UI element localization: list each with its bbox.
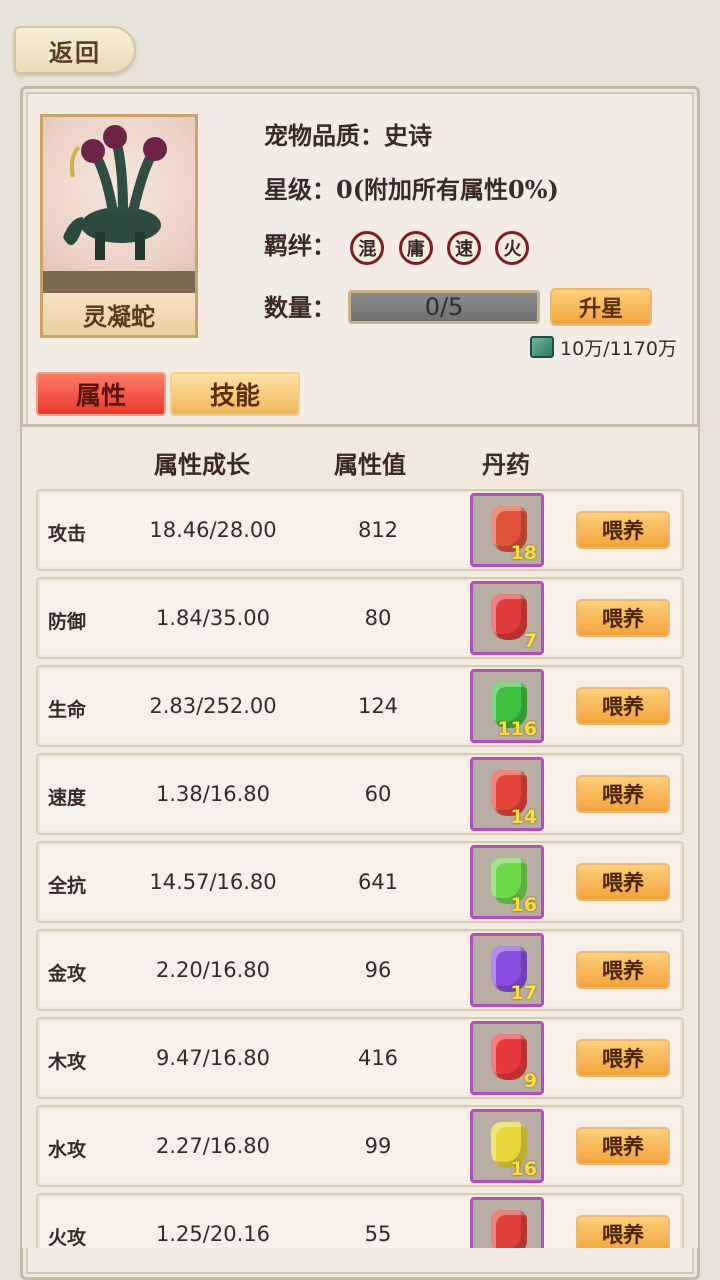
potion-icon bbox=[491, 594, 527, 640]
pet-image bbox=[43, 117, 195, 271]
quality-line: 宠物品质：史诗 bbox=[264, 116, 432, 151]
pet-portrait: 灵凝蛇 bbox=[40, 114, 198, 338]
potion-icon bbox=[491, 1210, 527, 1248]
table-row: 水攻 2.27/16.80 99 16 喂养 bbox=[36, 1105, 684, 1187]
bond-badge[interactable]: 混 bbox=[350, 230, 385, 265]
pill-slot[interactable]: 16 bbox=[470, 845, 544, 919]
pill-slot[interactable]: 17 bbox=[470, 933, 544, 1007]
table-row: 木攻 9.47/16.80 416 9 喂养 bbox=[36, 1017, 684, 1099]
attribute-growth: 2.27/16.80 bbox=[156, 1134, 270, 1158]
upgrade-star-button[interactable]: 升星 bbox=[550, 288, 652, 326]
attribute-name: 速度 bbox=[48, 787, 87, 809]
attribute-name: 防御 bbox=[48, 611, 87, 633]
pill-slot[interactable]: 16 bbox=[470, 1109, 544, 1183]
pill-count: 16 bbox=[510, 894, 537, 916]
star-line: 星级：0(附加所有属性0%) bbox=[264, 170, 559, 205]
pill-count: 7 bbox=[523, 630, 537, 652]
pill-slot[interactable]: 9 bbox=[470, 1021, 544, 1095]
attribute-value: 416 bbox=[357, 1046, 399, 1070]
star-label: 星级： bbox=[264, 175, 336, 204]
table-row: 生命 2.83/252.00 124 116 喂养 bbox=[36, 665, 684, 747]
bond-line: 羁绊： 混 庸 速 火 bbox=[264, 226, 530, 265]
jade-icon bbox=[530, 336, 554, 358]
attribute-growth: 1.84/35.00 bbox=[156, 606, 270, 630]
attribute-growth: 14.57/16.80 bbox=[149, 870, 277, 894]
quantity-value: 0/5 bbox=[424, 293, 464, 321]
pill-count: 14 bbox=[510, 806, 537, 828]
attribute-growth: 9.47/16.80 bbox=[156, 1046, 270, 1070]
portrait-divider bbox=[43, 271, 195, 293]
bond-badge[interactable]: 速 bbox=[447, 230, 482, 265]
bond-badge[interactable]: 庸 bbox=[398, 230, 433, 265]
header-value: 属性值 bbox=[334, 450, 406, 479]
pill-slot[interactable] bbox=[470, 1197, 544, 1248]
pill-count: 18 bbox=[510, 542, 537, 564]
attribute-growth: 1.38/16.80 bbox=[156, 782, 270, 806]
attribute-name: 金攻 bbox=[48, 963, 87, 985]
attribute-name: 全抗 bbox=[48, 875, 87, 897]
attribute-name: 水攻 bbox=[48, 1139, 87, 1161]
table-row: 攻击 18.46/28.00 812 18 喂养 bbox=[36, 489, 684, 571]
pill-slot[interactable]: 18 bbox=[470, 493, 544, 567]
quality-value: 史诗 bbox=[384, 121, 432, 150]
tab-attributes[interactable]: 属性 bbox=[36, 372, 166, 416]
tab-skills[interactable]: 技能 bbox=[170, 372, 300, 416]
feed-button[interactable]: 喂养 bbox=[576, 599, 670, 637]
attribute-value: 96 bbox=[364, 958, 392, 982]
pill-slot[interactable]: 116 bbox=[470, 669, 544, 743]
table-header: 属性成长 属性值 丹药 bbox=[22, 437, 698, 481]
currency-text: 10万/1170万 bbox=[560, 337, 677, 360]
feed-button[interactable]: 喂养 bbox=[576, 1127, 670, 1165]
attribute-name: 火攻 bbox=[48, 1227, 87, 1248]
attribute-value: 812 bbox=[357, 518, 399, 542]
table-row: 火攻 1.25/20.16 55 喂养 bbox=[36, 1193, 684, 1248]
feed-button[interactable]: 喂养 bbox=[576, 951, 670, 989]
header-pill: 丹药 bbox=[482, 450, 530, 479]
pill-count: 116 bbox=[497, 718, 537, 740]
feed-button[interactable]: 喂养 bbox=[576, 775, 670, 813]
pill-count: 16 bbox=[510, 1158, 537, 1180]
feed-button[interactable]: 喂养 bbox=[576, 1039, 670, 1077]
quantity-progress-bar: 0/5 bbox=[348, 290, 540, 324]
star-value: 0(附加所有属性0%) bbox=[336, 175, 559, 204]
pill-count: 9 bbox=[523, 1070, 537, 1092]
attribute-name: 攻击 bbox=[48, 523, 87, 545]
pet-name: 灵凝蛇 bbox=[43, 293, 195, 335]
header-growth: 属性成长 bbox=[154, 450, 250, 479]
feed-button[interactable]: 喂养 bbox=[576, 863, 670, 901]
attribute-table: 属性成长 属性值 丹药 攻击 18.46/28.00 812 18 喂养 防御 1.84/3… bbox=[22, 424, 698, 1248]
pill-slot[interactable]: 7 bbox=[470, 581, 544, 655]
pill-count: 17 bbox=[510, 982, 537, 1004]
table-row: 防御 1.84/35.00 80 7 喂养 bbox=[36, 577, 684, 659]
attribute-name: 生命 bbox=[48, 699, 87, 721]
attribute-growth: 18.46/28.00 bbox=[149, 518, 277, 542]
attribute-growth: 2.20/16.80 bbox=[156, 958, 270, 982]
quantity-label: 数量： bbox=[264, 293, 336, 322]
attribute-name: 木攻 bbox=[48, 1051, 87, 1073]
attribute-growth: 2.83/252.00 bbox=[149, 694, 277, 718]
quality-label: 宠物品质： bbox=[264, 121, 384, 150]
attribute-growth: 1.25/20.16 bbox=[156, 1222, 270, 1246]
attribute-value: 99 bbox=[364, 1134, 392, 1158]
table-row: 金攻 2.20/16.80 96 17 喂养 bbox=[36, 929, 684, 1011]
attribute-value: 80 bbox=[364, 606, 392, 630]
back-button[interactable]: 返回 bbox=[14, 26, 136, 74]
potion-icon bbox=[491, 1034, 527, 1080]
pill-slot[interactable]: 14 bbox=[470, 757, 544, 831]
attribute-value: 60 bbox=[364, 782, 392, 806]
attribute-value: 641 bbox=[357, 870, 399, 894]
currency-display: 10万/1170万 bbox=[530, 334, 677, 360]
feed-button[interactable]: 喂养 bbox=[576, 1215, 670, 1248]
attribute-value: 124 bbox=[357, 694, 399, 718]
feed-button[interactable]: 喂养 bbox=[576, 511, 670, 549]
feed-button[interactable]: 喂养 bbox=[576, 687, 670, 725]
table-row: 速度 1.38/16.80 60 14 喂养 bbox=[36, 753, 684, 835]
table-row: 全抗 14.57/16.80 641 16 喂养 bbox=[36, 841, 684, 923]
bond-label: 羁绊： bbox=[264, 231, 336, 260]
attribute-value: 55 bbox=[364, 1222, 392, 1246]
bond-badge[interactable]: 火 bbox=[495, 230, 530, 265]
